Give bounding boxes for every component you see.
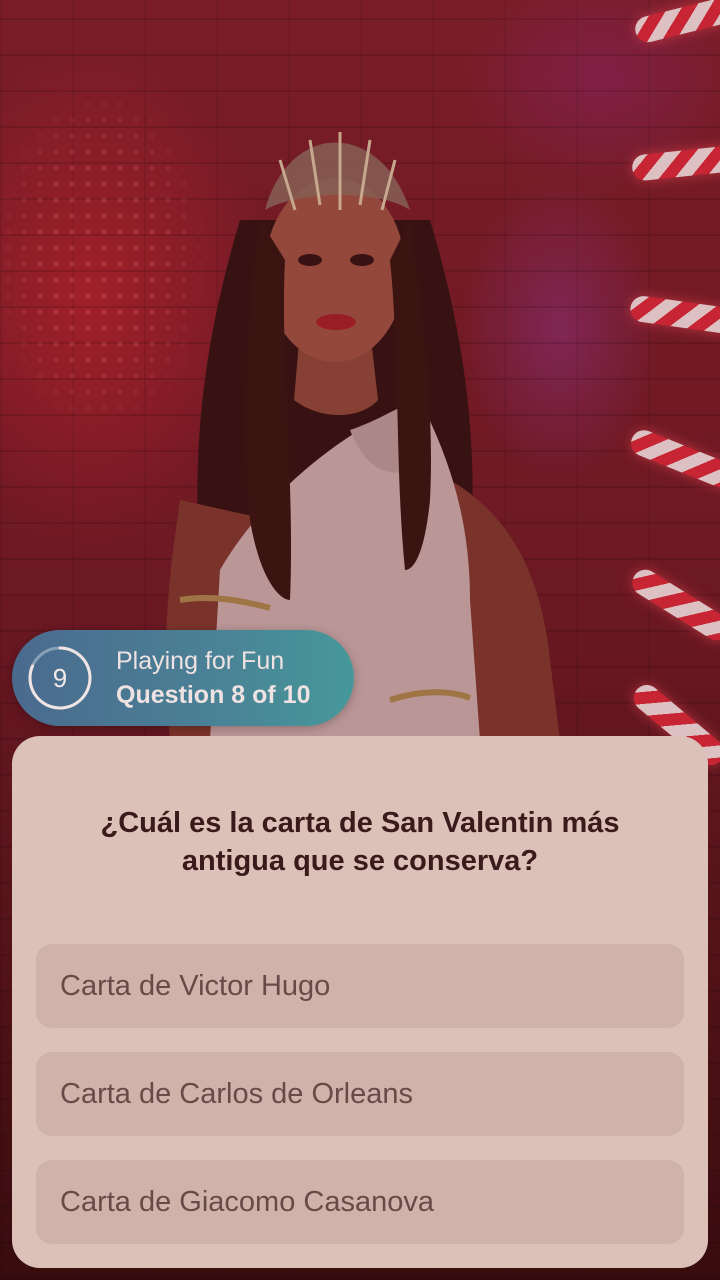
countdown-timer: 9: [26, 644, 94, 712]
answer-option-1[interactable]: Carta de Victor Hugo: [36, 944, 684, 1028]
question-text: ¿Cuál es la carta de San Valentin más an…: [100, 807, 620, 877]
question-progress: Question 8 of 10: [116, 681, 311, 709]
answer-option-2[interactable]: Carta de Carlos de Orleans: [36, 1052, 684, 1136]
quiz-screen: 9 Playing for Fun Question 8 of 10 ¿Cuál…: [0, 0, 720, 1280]
answer-option-label: Carta de Victor Hugo: [60, 969, 331, 1002]
answer-option-label: Carta de Giacomo Casanova: [60, 1185, 434, 1218]
timer-value: 9: [52, 662, 68, 693]
answer-option-label: Carta de Carlos de Orleans: [60, 1077, 413, 1110]
play-mode-label: Playing for Fun: [116, 647, 285, 675]
game-status-pill: 9 Playing for Fun Question 8 of 10: [12, 630, 354, 726]
question-card: ¿Cuál es la carta de San Valentin más an…: [12, 736, 708, 1268]
answer-option-3[interactable]: Carta de Giacomo Casanova: [36, 1160, 684, 1244]
